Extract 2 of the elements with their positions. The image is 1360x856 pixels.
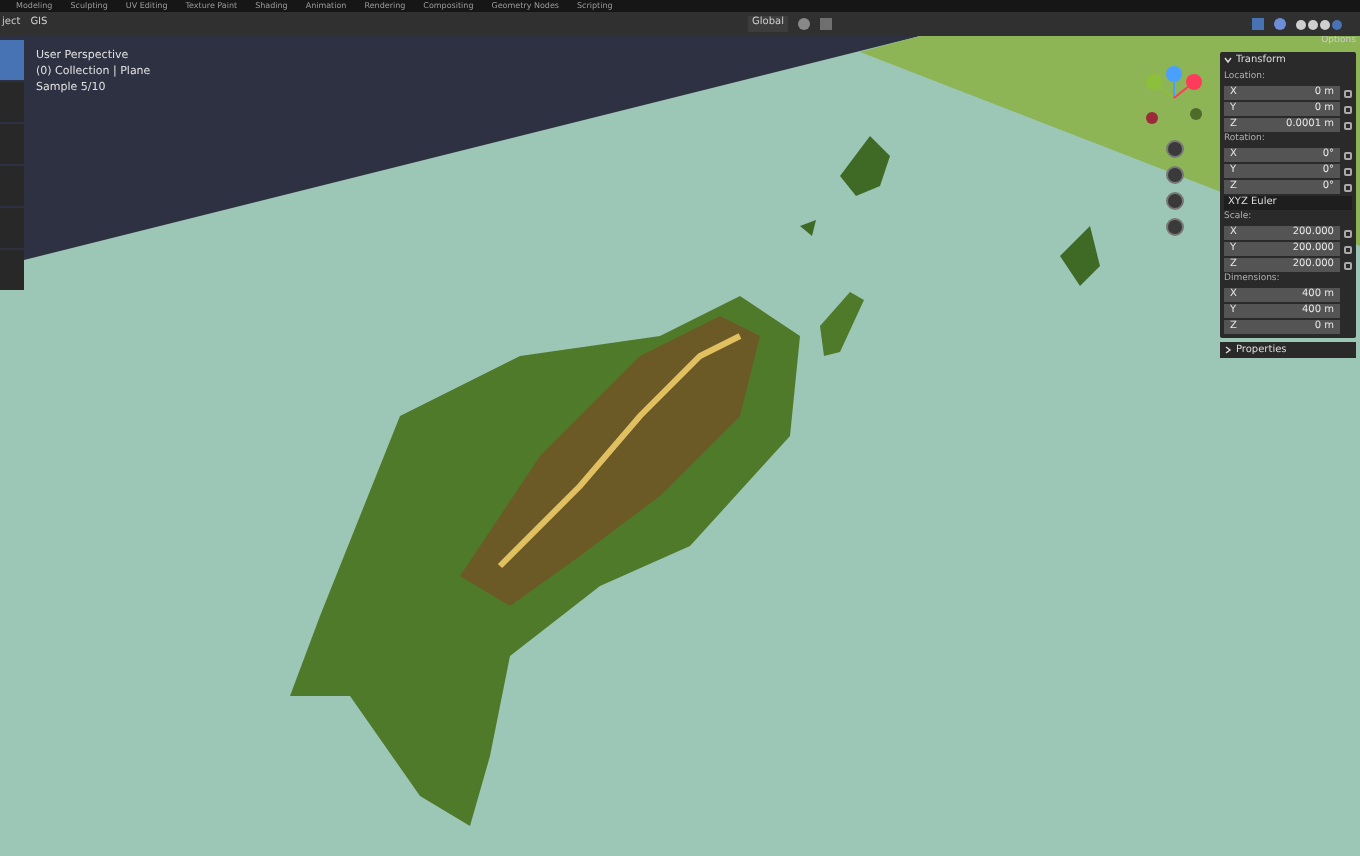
chevron-icon[interactable] xyxy=(1224,346,1232,354)
chevron-icon[interactable] xyxy=(1224,56,1232,65)
